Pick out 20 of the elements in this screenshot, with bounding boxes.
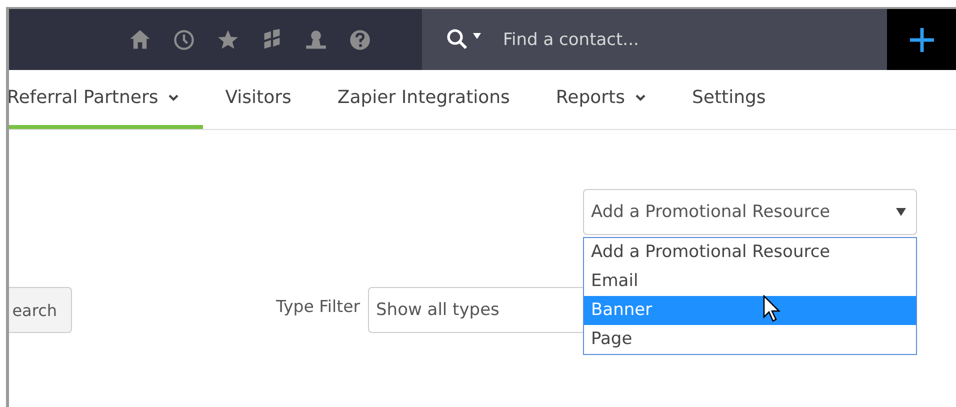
- person-icon[interactable]: [305, 28, 327, 50]
- search-field[interactable]: Find a contact...: [503, 30, 863, 50]
- plus-icon: [908, 26, 934, 52]
- clock-icon[interactable]: [173, 28, 195, 50]
- nav-tab[interactable]: Referral Partners: [9, 70, 204, 129]
- help-icon[interactable]: [349, 28, 371, 50]
- nav-tab[interactable]: Visitors: [225, 70, 316, 129]
- nav-tab[interactable]: Zapier Integrations: [337, 70, 534, 129]
- cursor-icon: [763, 295, 783, 323]
- star-icon[interactable]: [217, 28, 239, 50]
- search-button[interactable]: earch: [9, 287, 72, 333]
- nav-tab[interactable]: Reports: [556, 70, 670, 129]
- dropdown-option[interactable]: Add a Promotional Resource: [584, 238, 916, 267]
- add-button[interactable]: [887, 9, 956, 70]
- search-bar[interactable]: Find a contact...: [422, 9, 887, 70]
- home-icon[interactable]: [129, 28, 151, 50]
- type-filter-label: Type Filter: [276, 296, 360, 316]
- resource-dropdown[interactable]: Add a Promotional Resource: [583, 189, 917, 235]
- nav-tab[interactable]: Settings: [692, 70, 790, 129]
- caret-icon: [896, 208, 906, 216]
